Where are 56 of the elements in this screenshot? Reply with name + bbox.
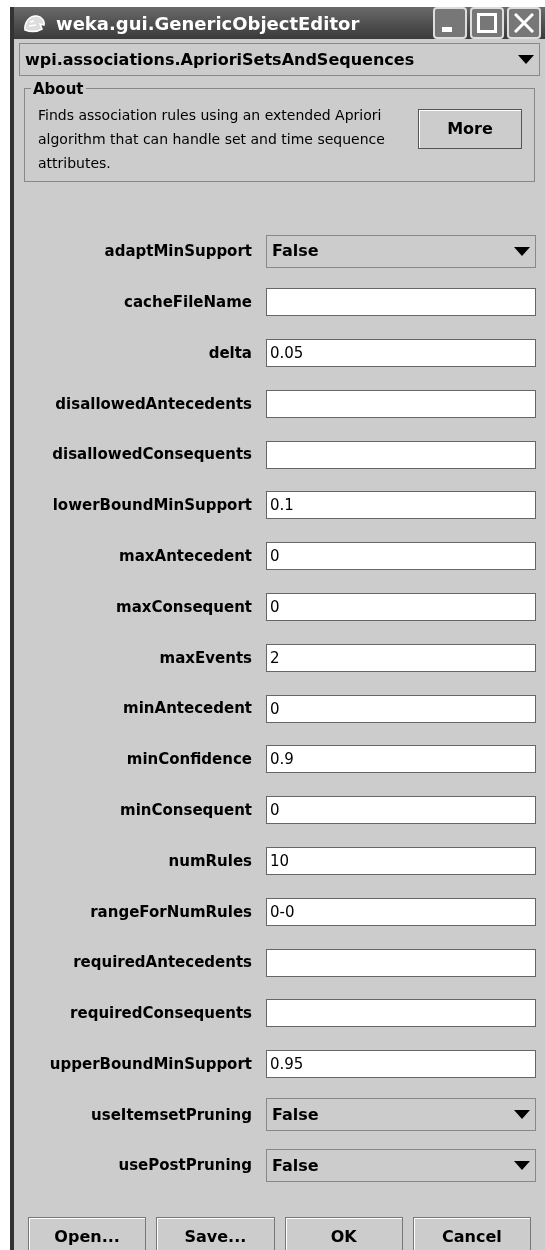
- property-label: usePostPruning: [117, 1155, 253, 1177]
- input-field[interactable]: 0: [266, 592, 536, 621]
- dropdown[interactable]: False: [266, 1098, 536, 1132]
- input-field[interactable]: [266, 948, 536, 977]
- input-field[interactable]: 0.05: [266, 339, 536, 367]
- property-label: disallowedConsequents: [51, 444, 253, 466]
- dialog-button[interactable]: Open...: [28, 1217, 147, 1250]
- maximize-icon: [477, 13, 497, 33]
- property-label: maxEvents: [158, 647, 253, 669]
- property-label: cacheFileName: [123, 291, 253, 313]
- property-label: adaptMinSupport: [103, 241, 253, 263]
- input-field[interactable]: 0: [266, 542, 536, 571]
- property-label: upperBoundMinSupport: [48, 1053, 253, 1075]
- property-label: maxAntecedent: [118, 545, 253, 567]
- property-label: rangeForNumRules: [89, 901, 253, 923]
- input-field[interactable]: 0-0: [266, 897, 536, 926]
- caret-icon: [514, 1161, 530, 1171]
- property-label: delta: [207, 342, 253, 364]
- close-button[interactable]: [507, 7, 541, 39]
- minimize-button[interactable]: [433, 7, 467, 39]
- property-label: disallowedAntecedents: [54, 393, 253, 415]
- dropdown[interactable]: False: [266, 234, 536, 268]
- input-field[interactable]: 0.1: [266, 491, 536, 520]
- input-field[interactable]: [266, 440, 536, 469]
- property-label: numRules: [167, 850, 253, 872]
- input-field[interactable]: 2: [266, 643, 536, 672]
- maximize-button[interactable]: [470, 7, 504, 39]
- caret-icon: [518, 55, 534, 64]
- property-label: lowerBoundMinSupport: [51, 495, 253, 517]
- class-selector[interactable]: wpi.associations.AprioriSetsAndSequences: [19, 43, 540, 76]
- window-title: weka.gui.GenericObjectEditor: [56, 11, 361, 36]
- caret-icon: [514, 1110, 530, 1120]
- input-field[interactable]: [266, 999, 536, 1028]
- property-label: maxConsequent: [115, 596, 253, 618]
- property-label: minConfidence: [125, 749, 253, 771]
- input-field[interactable]: 10: [266, 846, 536, 875]
- dropdown[interactable]: False: [266, 1149, 536, 1183]
- about-text: Finds association rules using an extended Apriori algorithm that can handle set and time sequence attributes.: [38, 106, 386, 173]
- input-field[interactable]: [266, 389, 536, 418]
- property-label: minAntecedent: [122, 698, 253, 720]
- minimize-icon: [442, 26, 452, 32]
- dialog-button[interactable]: Save...: [156, 1217, 275, 1250]
- input-field[interactable]: 0.95: [266, 1050, 536, 1079]
- input-field[interactable]: 0: [266, 694, 536, 723]
- input-field[interactable]: 0: [266, 796, 536, 825]
- property-label: requiredAntecedents: [72, 952, 253, 974]
- close-icon: [514, 13, 534, 33]
- input-field[interactable]: 0.9: [266, 745, 536, 774]
- dialog-button[interactable]: OK: [284, 1217, 403, 1250]
- more-button[interactable]: More: [418, 109, 522, 149]
- caret-icon: [514, 246, 530, 256]
- input-field[interactable]: [266, 288, 536, 317]
- property-label: useItemsetPruning: [90, 1104, 253, 1126]
- property-label: minConsequent: [119, 799, 253, 821]
- dialog-button[interactable]: Cancel: [412, 1217, 531, 1250]
- property-label: requiredConsequents: [69, 1003, 253, 1025]
